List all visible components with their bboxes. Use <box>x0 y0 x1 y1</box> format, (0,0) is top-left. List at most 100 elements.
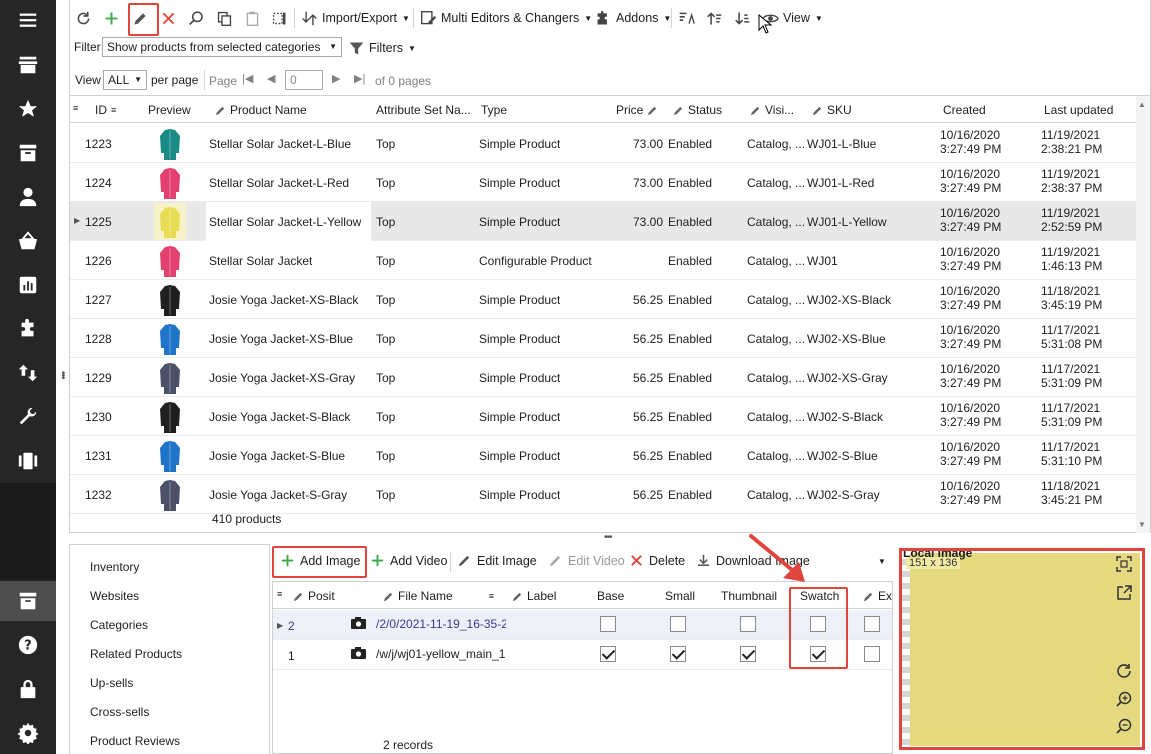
cell-product-name[interactable]: Josie Yoga Jacket-S-Black <box>209 410 350 424</box>
tab-websites[interactable]: Websites <box>90 589 139 603</box>
scroll-up-icon[interactable]: ▲ <box>1138 100 1146 109</box>
cell-type[interactable]: Simple Product <box>479 332 560 346</box>
table-row[interactable]: 1229 Josie Yoga Jacket-XS-Gray Top Simple P… <box>70 358 1136 397</box>
cell-price[interactable]: 56.25 <box>610 371 663 385</box>
tab-up-sells[interactable]: Up-sells <box>90 676 133 690</box>
table-row[interactable]: 1227 Josie Yoga Jacket-XS-Black Top Simple … <box>70 280 1136 319</box>
cell-sku[interactable]: WJ02-XS-Gray <box>807 371 888 385</box>
cell-attribute-set[interactable]: Top <box>376 371 395 385</box>
edit-image-button[interactable]: Edit Image <box>457 553 537 568</box>
cell-last-updated[interactable]: 11/17/2021 5:31:09 PM <box>1041 362 1137 390</box>
cell-type[interactable]: Configurable Product <box>479 254 592 268</box>
base-checkbox[interactable] <box>600 646 616 662</box>
cell-price[interactable]: 73.00 <box>610 137 663 151</box>
cell-status[interactable]: Enabled <box>668 488 712 502</box>
star-icon[interactable] <box>0 89 56 129</box>
images-toolbar-overflow-icon[interactable]: ▼ <box>878 557 886 566</box>
cell-visibility[interactable]: Catalog, ... <box>747 215 805 229</box>
exclude-checkbox[interactable] <box>864 616 880 632</box>
cell-status[interactable]: Enabled <box>668 371 712 385</box>
thumbnail-checkbox[interactable] <box>740 646 756 662</box>
cell-last-updated[interactable]: 11/19/2021 2:38:21 PM <box>1041 128 1137 156</box>
cell-status[interactable]: Enabled <box>668 215 712 229</box>
help-icon[interactable]: ? <box>0 625 56 665</box>
cell-type[interactable]: Simple Product <box>479 410 560 424</box>
cell-sku[interactable]: WJ02-S-Black <box>807 410 883 424</box>
add-video-button[interactable]: Add Video <box>370 553 447 568</box>
cell-created[interactable]: 10/16/2020 3:27:49 PM <box>940 284 1040 312</box>
vertical-splitter-handle[interactable]: ••• <box>57 371 68 379</box>
base-checkbox[interactable] <box>600 616 616 632</box>
cell-sku[interactable]: WJ02-S-Gray <box>807 488 880 502</box>
tab-related-products[interactable]: Related Products <box>90 647 182 661</box>
cell-sku[interactable]: WJ02-XS-Blue <box>807 332 886 346</box>
cell-position[interactable]: 1 <box>288 649 295 663</box>
table-row[interactable]: 1232 Josie Yoga Jacket-S-Gray Top Simple Pr… <box>70 475 1136 514</box>
multi-editors-button[interactable]: Multi Editors & Changers ▼ <box>420 6 592 30</box>
cell-visibility[interactable]: Catalog, ... <box>747 293 805 307</box>
cell-status[interactable]: Enabled <box>668 176 712 190</box>
thumbnail-checkbox[interactable] <box>740 616 756 632</box>
first-page-icon[interactable]: |◀ <box>242 72 253 85</box>
cell-status[interactable]: Enabled <box>668 137 712 151</box>
store-icon[interactable] <box>0 45 56 85</box>
cell-id[interactable]: 1225 <box>85 215 112 229</box>
cell-id[interactable]: 1232 <box>85 488 112 502</box>
table-row[interactable]: 1231 Josie Yoga Jacket-S-Blue Top Simple Pr… <box>70 436 1136 475</box>
cell-status[interactable]: Enabled <box>668 449 712 463</box>
column-header-base[interactable]: Base <box>597 589 624 603</box>
previous-page-icon[interactable]: ◀ <box>267 72 275 85</box>
column-header-created[interactable]: Created <box>943 103 986 117</box>
table-row[interactable]: 1228 Josie Yoga Jacket-XS-Blue Top Simple P… <box>70 319 1136 358</box>
add-image-button[interactable]: Add Image <box>280 553 360 568</box>
cell-id[interactable]: 1230 <box>85 410 112 424</box>
cell-id[interactable]: 1224 <box>85 176 112 190</box>
cell-last-updated[interactable]: 11/17/2021 5:31:08 PM <box>1041 323 1137 351</box>
search-icon[interactable] <box>188 6 205 30</box>
settings-gear-icon[interactable] <box>0 713 56 753</box>
column-header-visibility[interactable]: Visi... <box>750 103 794 117</box>
cell-last-updated[interactable]: 11/17/2021 5:31:09 PM <box>1041 401 1137 429</box>
cell-product-name[interactable]: Stellar Solar Jacket-L-Red <box>209 176 349 190</box>
wrench-icon[interactable] <box>0 397 56 437</box>
column-header-last-updated[interactable]: Last updated <box>1044 103 1113 117</box>
grid-vertical-scrollbar[interactable]: ▲ ▼ <box>1136 96 1150 533</box>
column-chooser-icon[interactable]: ≡ <box>277 589 282 599</box>
cell-last-updated[interactable]: 11/19/2021 2:52:59 PM <box>1041 206 1137 234</box>
column-header-file-name[interactable]: File Name ≡ <box>383 589 494 603</box>
horizontal-splitter-handle[interactable]: ••• <box>604 532 612 543</box>
add-plus-icon[interactable] <box>103 6 120 30</box>
cell-price[interactable]: 56.25 <box>610 410 663 424</box>
cell-attribute-set[interactable]: Top <box>376 137 395 151</box>
cell-created[interactable]: 10/16/2020 3:27:49 PM <box>940 206 1040 234</box>
table-row[interactable]: 1230 Josie Yoga Jacket-S-Black Top Simple P… <box>70 397 1136 436</box>
puzzle-addons-icon[interactable] <box>0 309 56 349</box>
cell-created[interactable]: 10/16/2020 3:27:49 PM <box>940 440 1040 468</box>
cell-visibility[interactable]: Catalog, ... <box>747 449 805 463</box>
duplicate-icon[interactable] <box>271 6 288 30</box>
cell-product-name[interactable]: Josie Yoga Jacket-XS-Gray <box>209 371 355 385</box>
cell-status[interactable]: Enabled <box>668 293 712 307</box>
cell-created[interactable]: 10/16/2020 3:27:49 PM <box>940 167 1040 195</box>
delete-x-icon[interactable] <box>160 6 177 30</box>
cell-price[interactable]: 73.00 <box>610 215 663 229</box>
cell-visibility[interactable]: Catalog, ... <box>747 254 805 268</box>
column-header-product-name[interactable]: Product Name <box>215 103 307 117</box>
cell-product-name[interactable]: Stellar Solar Jacket <box>209 254 312 268</box>
column-chooser-icon[interactable]: ≡ <box>73 103 78 113</box>
last-page-icon[interactable]: ▶| <box>354 72 365 85</box>
cell-last-updated[interactable]: 11/17/2021 5:31:10 PM <box>1041 440 1137 468</box>
cell-visibility[interactable]: Catalog, ... <box>747 410 805 424</box>
archive-box-icon[interactable] <box>0 133 56 173</box>
cell-created[interactable]: 10/16/2020 3:27:49 PM <box>940 479 1040 507</box>
table-row[interactable]: 1226 Stellar Solar Jacket Top Configurable … <box>70 241 1136 280</box>
cell-type[interactable]: Simple Product <box>479 488 560 502</box>
cell-sku[interactable]: WJ02-S-Blue <box>807 449 878 463</box>
cell-price[interactable]: 56.25 <box>610 449 663 463</box>
column-header-swatch[interactable]: Swatch <box>800 589 839 603</box>
cell-price[interactable]: 56.25 <box>610 332 663 346</box>
cell-position[interactable]: 2 <box>288 619 295 633</box>
column-header-price[interactable]: Price <box>616 103 658 117</box>
cell-file-name[interactable]: /2/0/2021-11-19_16-35-2 <box>376 617 506 631</box>
tab-cross-sells[interactable]: Cross-sells <box>90 705 149 719</box>
